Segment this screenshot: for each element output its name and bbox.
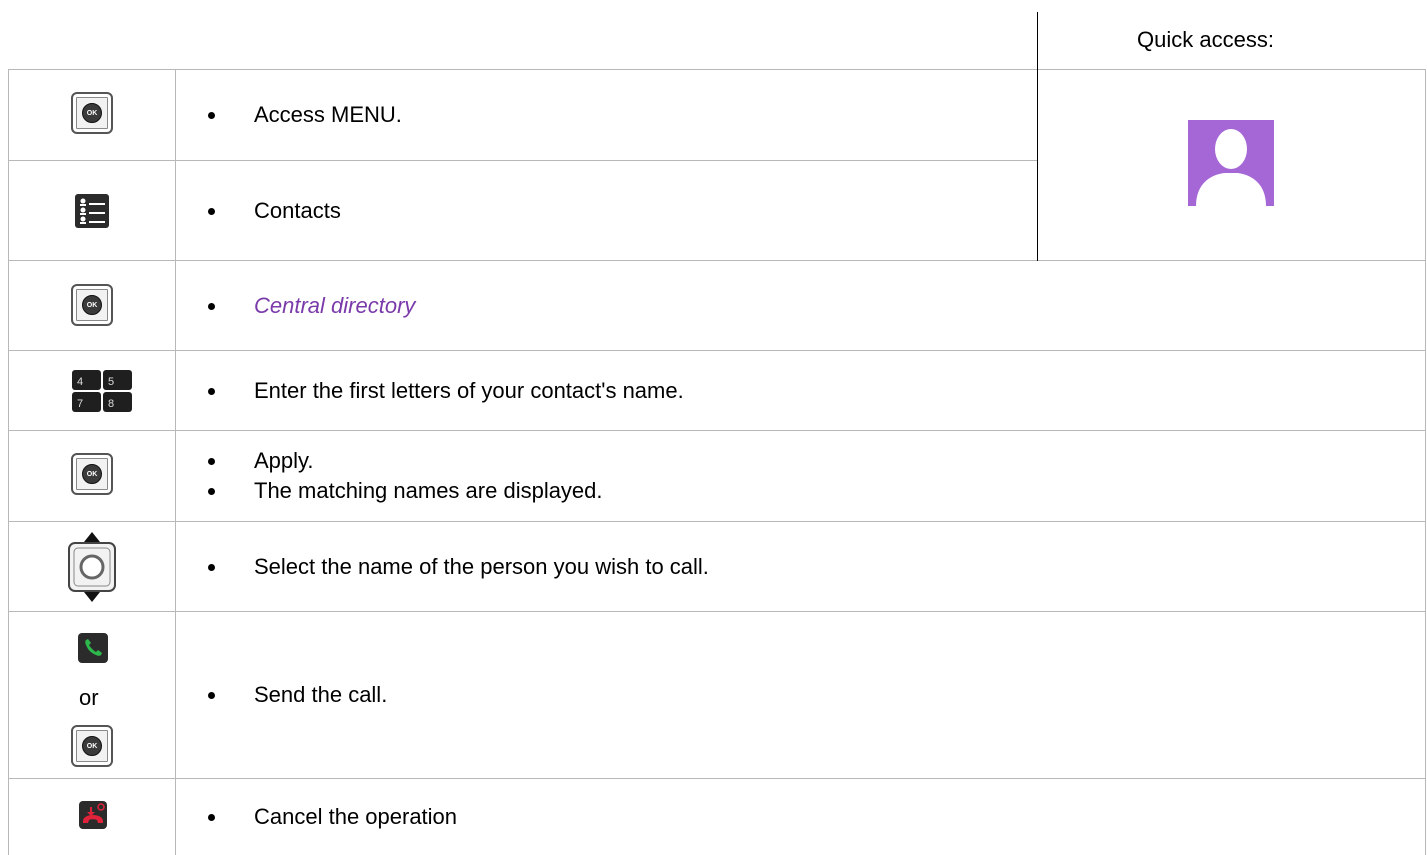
step-row: Apply. The matching names are displayed. <box>175 431 1415 521</box>
navigator-up-down-icon <box>66 530 118 609</box>
ok-key-icon: OK <box>71 725 113 767</box>
release-key-icon <box>79 801 107 834</box>
ok-key-icon: OK <box>71 453 113 495</box>
table-rule <box>1425 69 1426 855</box>
step-text: Enter the first letters of your contact'… <box>175 376 1415 406</box>
step-row: Access MENU. <box>175 70 1035 160</box>
svg-text:7: 7 <box>77 398 83 410</box>
step-text: Send the call. <box>175 680 1415 710</box>
step-text: Contacts <box>175 196 1035 226</box>
svg-text:8: 8 <box>108 398 114 410</box>
step-text: Apply. <box>175 446 1415 476</box>
step-text: Cancel the operation <box>175 802 1415 832</box>
svg-text:4: 4 <box>77 376 83 388</box>
contacts-list-icon <box>75 194 109 233</box>
ok-key-icon: OK <box>71 92 113 134</box>
contact-avatar-icon <box>1188 120 1274 211</box>
step-row: Enter the first letters of your contact'… <box>175 351 1415 431</box>
or-label: or <box>79 685 99 710</box>
step-row: Contacts <box>175 161 1035 261</box>
quick-access-divider <box>1037 12 1038 70</box>
table-rule <box>8 69 9 855</box>
step-text: Select the name of the person you wish t… <box>175 552 1415 582</box>
step-row: Select the name of the person you wish t… <box>175 522 1415 612</box>
step-row: Cancel the operation <box>175 779 1415 855</box>
off-hook-key-icon <box>78 633 108 668</box>
step-text: Central directory <box>175 291 1415 321</box>
step-text: The matching names are displayed. <box>175 476 1415 506</box>
quick-access-label: Quick access: <box>1137 27 1274 52</box>
ok-key-icon: OK <box>71 284 113 326</box>
step-row: Send the call. <box>175 612 1415 778</box>
svg-text:5: 5 <box>108 376 114 388</box>
quick-access-divider <box>1037 69 1038 261</box>
step-row: Central directory <box>175 261 1415 351</box>
step-text: Access MENU. <box>175 100 1035 130</box>
numeric-keypad-icon: 4 5 7 8 <box>72 370 132 417</box>
